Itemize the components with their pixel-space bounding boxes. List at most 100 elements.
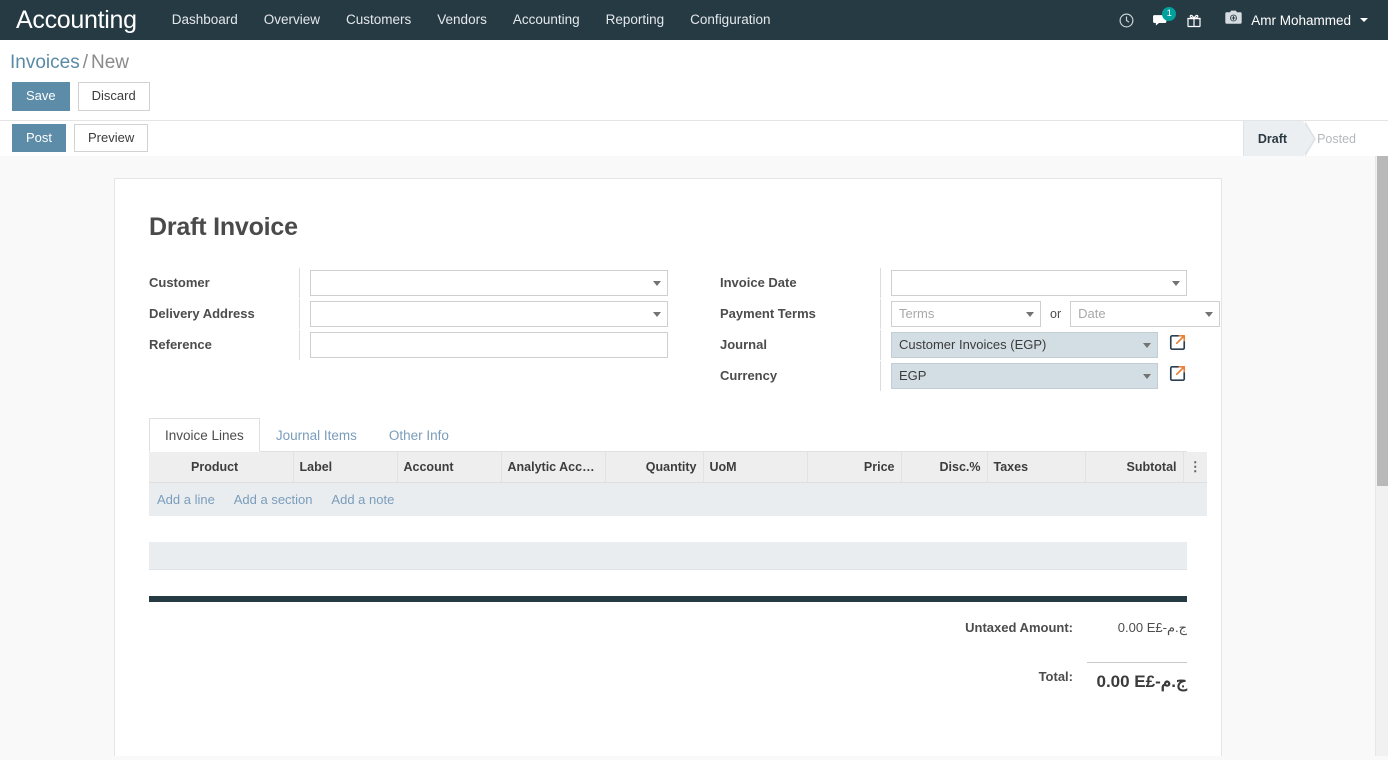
menu-item-dashboard[interactable]: Dashboard — [159, 0, 251, 40]
external-link-icon — [1168, 364, 1187, 388]
breadcrumb-invoices[interactable]: Invoices — [10, 52, 80, 73]
field-wrap-delivery-address — [299, 298, 668, 329]
control-panel: Invoices / New Save Discard Post Preview D… — [0, 40, 1388, 157]
vertical-scrollbar[interactable] — [1375, 155, 1388, 756]
gift-icon — [1186, 12, 1202, 29]
status-stage-draft[interactable]: Draft — [1242, 120, 1317, 157]
page-title: Draft Invoice — [149, 212, 298, 241]
delivery-address-input[interactable] — [310, 300, 668, 327]
gift-button[interactable] — [1177, 0, 1211, 40]
discard-button[interactable]: Discard — [77, 82, 150, 111]
invoice-lines-table: Product Label Account Analytic Acco... Q… — [149, 451, 1207, 516]
messaging-button[interactable]: 1 — [1143, 0, 1177, 40]
app-brand[interactable]: Accounting — [0, 0, 159, 40]
main-menu: Dashboard Overview Customers Vendors Acc… — [159, 0, 784, 40]
field-wrap-customer — [299, 267, 668, 298]
customer-input[interactable] — [310, 269, 668, 296]
due-date-input-box[interactable] — [1070, 300, 1221, 327]
column-account[interactable]: Account — [397, 451, 502, 483]
column-price[interactable]: Price — [807, 451, 902, 483]
add-row-cell: Add a line Add a section Add a note — [149, 482, 1207, 516]
tab-invoice-lines[interactable]: Invoice Lines — [149, 417, 260, 452]
reference-input-box[interactable] — [310, 331, 668, 358]
form-column-left: Customer Delivery Address Reference — [149, 267, 668, 392]
field-wrap-payment-terms: or — [880, 298, 1221, 329]
column-subtotal[interactable]: Subtotal — [1085, 451, 1184, 483]
currency-input[interactable] — [891, 362, 1158, 389]
column-quantity[interactable]: Quantity — [605, 451, 704, 483]
activities-button[interactable] — [1109, 0, 1143, 40]
menu-item-vendors[interactable]: Vendors — [424, 0, 500, 40]
optional-columns-toggle[interactable]: ⋮ — [1183, 451, 1207, 483]
label-reference: Reference — [149, 337, 212, 353]
customer-input-box[interactable] — [310, 269, 668, 296]
add-a-section-link[interactable]: Add a section — [234, 492, 313, 507]
journal-external-link-button[interactable] — [1168, 333, 1187, 357]
menu-item-overview[interactable]: Overview — [251, 0, 333, 40]
save-button[interactable]: Save — [12, 82, 70, 111]
due-date-input[interactable] — [1070, 300, 1221, 327]
breadcrumb: Invoices / New — [0, 40, 1388, 78]
notebook-tabs: Invoice Lines Journal Items Other Info — [149, 417, 1187, 452]
total-label: Total: — [1038, 669, 1073, 685]
tab-journal-items[interactable]: Journal Items — [260, 418, 373, 452]
statusbar: Post Preview Draft Posted — [0, 119, 1388, 157]
table-footer-strip — [149, 541, 1187, 570]
reference-input[interactable] — [310, 331, 668, 358]
menu-item-accounting[interactable]: Accounting — [500, 0, 593, 40]
content-area: Draft Invoice Customer Delivery Address — [0, 155, 1388, 756]
label-invoice-date: Invoice Date — [720, 275, 797, 291]
preview-button[interactable]: Preview — [74, 123, 149, 153]
user-menu[interactable]: Amr Mohammed — [1211, 0, 1376, 40]
field-group-journal: Journal — [720, 329, 1187, 360]
menu-item-reporting[interactable]: Reporting — [593, 0, 678, 40]
payment-terms-split: or — [891, 300, 1221, 327]
currency-input-box[interactable] — [891, 362, 1158, 389]
breadcrumb-current: New — [90, 52, 129, 73]
field-group-invoice-date: Invoice Date — [720, 267, 1187, 298]
untaxed-amount-value: 0.00 E£-ج.م — [1117, 619, 1187, 635]
add-a-line-link[interactable]: Add a line — [157, 492, 215, 507]
payment-terms-input[interactable] — [891, 300, 1041, 327]
column-label[interactable]: Label — [293, 451, 398, 483]
field-wrap-invoice-date — [880, 267, 1187, 298]
column-taxes[interactable]: Taxes — [987, 451, 1086, 483]
column-analytic-account[interactable]: Analytic Acco... — [501, 451, 606, 483]
invoice-date-input-box[interactable] — [891, 269, 1187, 296]
untaxed-amount-row: Untaxed Amount: 0.00 E£-ج.م — [827, 620, 1187, 636]
table-header-row: Product Label Account Analytic Acco... Q… — [149, 451, 1207, 483]
scrollbar-thumb[interactable] — [1377, 155, 1388, 486]
invoice-date-input[interactable] — [891, 269, 1187, 296]
tab-other-info[interactable]: Other Info — [373, 418, 465, 452]
systray: 1 Amr Mohammed — [1109, 0, 1376, 40]
label-journal: Journal — [720, 337, 767, 353]
journal-input-box[interactable] — [891, 331, 1158, 358]
clock-icon — [1118, 12, 1135, 29]
delivery-address-input-box[interactable] — [310, 300, 668, 327]
payment-terms-input-box[interactable] — [891, 300, 1041, 327]
field-wrap-currency — [880, 360, 1187, 391]
status-pipeline: Draft Posted — [1242, 120, 1372, 157]
post-button[interactable]: Post — [12, 123, 67, 153]
table-add-row: Add a line Add a section Add a note — [149, 482, 1207, 516]
total-value: 0.00 E£-ج.م — [1087, 661, 1187, 692]
menu-item-customers[interactable]: Customers — [333, 0, 424, 40]
label-currency: Currency — [720, 368, 778, 384]
totals-section: Untaxed Amount: 0.00 E£-ج.م Total: 0.00 … — [149, 620, 1187, 712]
column-uom[interactable]: UoM — [703, 451, 808, 483]
menu-item-configuration[interactable]: Configuration — [677, 0, 783, 40]
column-discount[interactable]: Disc.% — [901, 451, 988, 483]
add-a-note-link[interactable]: Add a note — [331, 492, 394, 507]
journal-input[interactable] — [891, 331, 1158, 358]
external-link-icon — [1168, 333, 1187, 357]
payment-terms-or-label: or — [1050, 306, 1062, 321]
label-customer: Customer — [149, 275, 210, 291]
field-group-customer: Customer — [149, 267, 668, 298]
column-product[interactable]: Product — [185, 451, 294, 483]
currency-external-link-button[interactable] — [1168, 364, 1187, 388]
field-group-reference: Reference — [149, 329, 668, 360]
total-row: Total: 0.00 E£-ج.م — [827, 661, 1187, 692]
chevron-down-icon — [1360, 18, 1368, 22]
field-group-payment-terms: Payment Terms or — [720, 298, 1221, 329]
field-wrap-reference — [299, 329, 668, 360]
